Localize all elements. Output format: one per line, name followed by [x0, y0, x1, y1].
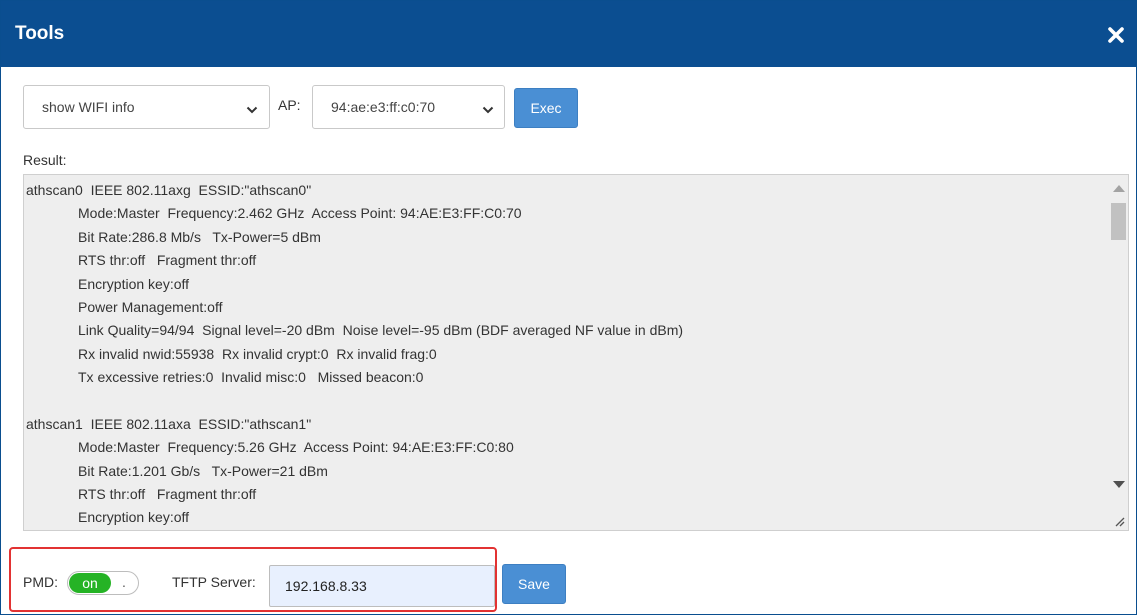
- result-line: Mode:Master Frequency:5.26 GHz Access Po…: [78, 439, 514, 456]
- result-line: Encryption key:off: [78, 509, 190, 526]
- resize-grip-icon[interactable]: [1113, 515, 1125, 527]
- chevron-down-icon: [482, 102, 494, 118]
- ap-select-value: 94:ae:e3:ff:c0:70: [331, 99, 436, 115]
- scroll-thumb[interactable]: [1111, 203, 1126, 240]
- pmd-toggle[interactable]: on .: [67, 571, 139, 595]
- result-line: athscan1 IEEE 802.11axa ESSID:"athscan1": [26, 415, 312, 432]
- pmd-toggle-knob: .: [122, 574, 126, 590]
- result-content: athscan0 IEEE 802.11axg ESSID:"athscan0"…: [26, 179, 1096, 530]
- dialog-title: Tools: [15, 23, 65, 44]
- command-select-value: show WIFI info: [42, 99, 135, 115]
- tftp-server-input[interactable]: [269, 565, 495, 607]
- result-line: [26, 390, 1096, 413]
- ap-label: AP:: [278, 97, 301, 113]
- close-icon: [1108, 27, 1124, 43]
- scroll-up-arrow-icon[interactable]: [1113, 185, 1125, 192]
- command-select[interactable]: show WIFI info: [23, 85, 270, 129]
- save-button[interactable]: Save: [502, 564, 566, 604]
- result-textarea[interactable]: athscan0 IEEE 802.11axg ESSID:"athscan0"…: [23, 174, 1129, 531]
- result-line: Power Management:off: [78, 298, 223, 315]
- result-line: RTS thr:off Fragment thr:off: [78, 486, 257, 503]
- result-line: Tx excessive retries:0 Invalid misc:0 Mi…: [78, 369, 424, 386]
- scroll-down-arrow-icon[interactable]: [1113, 481, 1125, 488]
- result-line: athscan0 IEEE 802.11axg ESSID:"athscan0": [26, 182, 312, 198]
- pmd-label: PMD:: [23, 574, 58, 590]
- pmd-toggle-on-label: on: [69, 573, 111, 593]
- tftp-server-label: TFTP Server:: [172, 574, 256, 590]
- result-line: Link Quality=94/94 Signal level=-20 dBm …: [78, 322, 684, 339]
- ap-select[interactable]: 94:ae:e3:ff:c0:70: [312, 85, 505, 129]
- result-scrollbar[interactable]: [1109, 175, 1128, 530]
- result-line: Encryption key:off: [78, 275, 190, 292]
- result-label: Result:: [23, 152, 67, 168]
- result-line: Mode:Master Frequency:2.462 GHz Access P…: [78, 205, 522, 222]
- tools-dialog: Tools show WIFI info AP: 94:ae:e3:ff:c0:…: [0, 0, 1137, 615]
- close-button[interactable]: [1106, 25, 1126, 45]
- result-line: Rx invalid nwid:55938 Rx invalid crypt:0…: [78, 345, 437, 362]
- dialog-titlebar: Tools: [1, 1, 1136, 67]
- chevron-down-icon: [246, 102, 258, 118]
- result-line: RTS thr:off Fragment thr:off: [78, 252, 257, 269]
- result-line: Bit Rate:286.8 Mb/s Tx-Power=5 dBm: [78, 228, 321, 245]
- exec-button[interactable]: Exec: [514, 88, 578, 128]
- result-line: Bit Rate:1.201 Gb/s Tx-Power=21 dBm: [78, 462, 328, 479]
